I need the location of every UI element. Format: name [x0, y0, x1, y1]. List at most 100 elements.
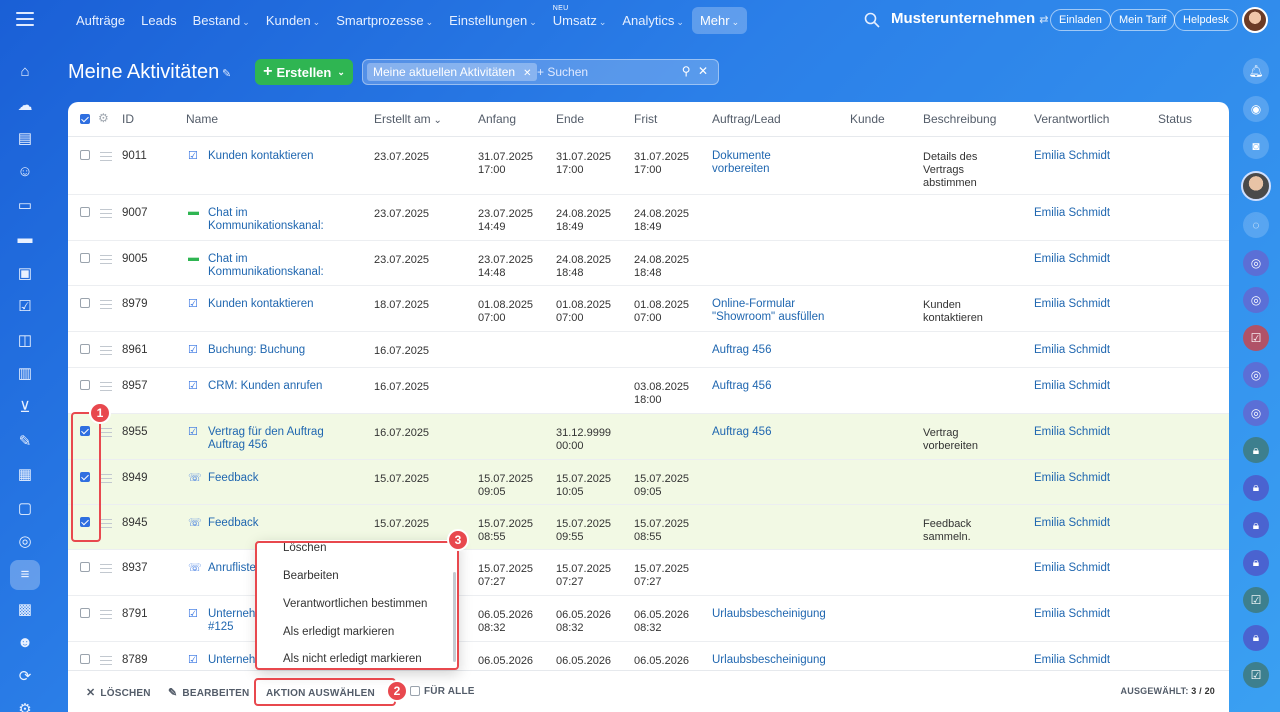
- column-header-auftrag-lead[interactable]: Auftrag/Lead: [712, 112, 781, 126]
- task-check-icon[interactable]: ☑: [1243, 662, 1269, 688]
- drag-handle-icon[interactable]: [100, 564, 112, 576]
- chat-icon[interactable]: ◫: [10, 325, 40, 355]
- row-checkbox[interactable]: [80, 380, 90, 390]
- document-icon[interactable]: ▤: [10, 123, 40, 153]
- spiral-icon[interactable]: ◎: [1243, 399, 1269, 426]
- messages-icon[interactable]: ◙: [1243, 133, 1269, 159]
- lock-icon[interactable]: 🔒︎: [1243, 437, 1269, 463]
- spiral-icon[interactable]: ◎: [1243, 362, 1269, 388]
- responsible-link[interactable]: Emilia Schmidt: [1034, 150, 1110, 163]
- deal-link[interactable]: Auftrag 456: [712, 426, 771, 439]
- deal-link[interactable]: Online-Formular "Showroom" ausfüllen: [712, 298, 824, 324]
- filter-tag[interactable]: Meine aktuellen Aktivitäten ✕: [367, 63, 538, 81]
- delete-button[interactable]: ✕ LÖSCHEN: [86, 686, 151, 699]
- settings-icon[interactable]: ⚙: [10, 694, 40, 712]
- table-row[interactable]: 9011 ☑ Kunden kontaktieren 23.07.2025 31.07.…: [68, 138, 1229, 195]
- table-row[interactable]: 8979 ☑ Kunden kontaktieren 18.07.2025 01.08.…: [68, 286, 1229, 332]
- deal-link[interactable]: Urlaubsbescheinigung: [712, 654, 826, 667]
- deal-link[interactable]: Auftrag 456: [712, 380, 771, 393]
- nav-item-smartprozesse[interactable]: Smartprozesse ⌄: [328, 7, 441, 34]
- cart-icon[interactable]: ⊻: [10, 392, 40, 422]
- table-row[interactable]: 8937 ☏ Anrufliste 15.07.2025 07:27 15.07.2025…: [68, 550, 1229, 596]
- table-row[interactable]: 9007 ▬ Chat im Kommunikationskanal: 23.07.20…: [68, 195, 1229, 241]
- spiral-icon[interactable]: ◎: [1243, 249, 1269, 276]
- task-check-icon[interactable]: ☑: [1243, 587, 1269, 613]
- row-checkbox[interactable]: [80, 150, 90, 160]
- drag-handle-icon[interactable]: [100, 610, 112, 622]
- column-settings-icon[interactable]: ⚙: [98, 111, 109, 125]
- responsible-link[interactable]: Emilia Schmidt: [1034, 517, 1110, 530]
- search-icon[interactable]: ⚲: [682, 64, 691, 78]
- calendar-icon[interactable]: ▩: [10, 594, 40, 624]
- nav-item-einstellungen[interactable]: Einstellungen ⌄: [441, 7, 545, 34]
- table-row[interactable]: 8961 ☑ Buchung: Buchung 16.07.2025 Auftrag 4…: [68, 332, 1229, 368]
- row-checkbox[interactable]: [80, 344, 90, 354]
- responsible-link[interactable]: Emilia Schmidt: [1034, 472, 1110, 485]
- table-row[interactable]: 9005 ▬ Chat im Kommunikationskanal: 23.07.20…: [68, 241, 1229, 286]
- row-checkbox[interactable]: [80, 654, 90, 664]
- column-header-id[interactable]: ID: [122, 112, 134, 126]
- nav-item-umsatz[interactable]: NEU Umsatz ⌄: [545, 5, 615, 34]
- support-icon[interactable]: ◎: [10, 526, 40, 556]
- for-all-checkbox[interactable]: [410, 686, 420, 696]
- column-header-kunde[interactable]: Kunde: [850, 112, 885, 126]
- contact-initials-icon[interactable]: ◌: [1243, 212, 1269, 238]
- drag-handle-icon[interactable]: [100, 519, 112, 531]
- activity-name-link[interactable]: Kunden kontaktieren: [208, 150, 314, 163]
- table-row[interactable]: 8957 ☑ CRM: Kunden anrufen 16.07.2025 03.08.…: [68, 368, 1229, 414]
- my-plan-button[interactable]: Mein Tarif: [1110, 9, 1176, 31]
- clear-icon[interactable]: ✕: [698, 64, 708, 78]
- activity-name-link[interactable]: Unterneh #125: [208, 608, 255, 634]
- automation-icon[interactable]: ⟳: [10, 661, 40, 691]
- drag-handle-icon[interactable]: [100, 209, 112, 221]
- activity-name-link[interactable]: Kunden kontaktieren: [208, 298, 314, 311]
- drag-handle-icon[interactable]: [100, 346, 112, 358]
- column-header-verantwortlich[interactable]: Verantwortlich: [1034, 112, 1109, 126]
- column-header-name[interactable]: Name: [186, 112, 218, 126]
- row-checkbox[interactable]: [80, 207, 90, 217]
- deal-link[interactable]: Dokumente vorbereiten: [712, 150, 771, 176]
- create-button[interactable]: + Erstellen ⌄: [255, 59, 353, 85]
- copilot-icon[interactable]: ◉: [1243, 95, 1269, 122]
- file-icon[interactable]: ▭: [10, 190, 40, 220]
- activity-name-link[interactable]: CRM: Kunden anrufen: [208, 380, 322, 393]
- spiral-icon[interactable]: ◎: [1243, 287, 1269, 313]
- activity-name-link[interactable]: Vertrag für den Auftrag Auftrag 456: [208, 426, 324, 452]
- activity-name-link[interactable]: Chat im Kommunikationskanal:: [208, 253, 324, 279]
- table-row[interactable]: 8945 ☏ Feedback 15.07.2025 15.07.2025 08:55 15…: [68, 505, 1229, 550]
- analytics-icon[interactable]: ▥: [10, 358, 40, 388]
- activity-name-link[interactable]: Feedback: [208, 472, 259, 485]
- id-card-icon[interactable]: ▢: [10, 493, 40, 523]
- table-row[interactable]: 8949 ☏ Feedback 15.07.2025 15.07.2025 09:05 15…: [68, 460, 1229, 505]
- user-avatar[interactable]: [1242, 7, 1268, 33]
- deal-link[interactable]: Auftrag 456: [712, 344, 771, 357]
- filter-icon[interactable]: ≡: [10, 559, 40, 590]
- invite-button[interactable]: Einladen: [1050, 9, 1111, 31]
- deal-link[interactable]: Urlaubsbescheinigung: [712, 608, 826, 621]
- responsible-link[interactable]: Emilia Schmidt: [1034, 426, 1110, 439]
- bell-icon[interactable]: 🔔︎: [1243, 58, 1269, 84]
- pin-icon[interactable]: ✎: [222, 67, 231, 80]
- helpdesk-button[interactable]: Helpdesk: [1174, 9, 1238, 31]
- nav-item-bestand[interactable]: Bestand ⌄: [185, 7, 258, 34]
- company-name[interactable]: Musterunternehmen ⇄: [891, 10, 1048, 27]
- nav-item-kunden[interactable]: Kunden ⌄: [258, 7, 328, 34]
- menu-icon[interactable]: [16, 12, 34, 26]
- row-checkbox[interactable]: [80, 298, 90, 308]
- responsible-link[interactable]: Emilia Schmidt: [1034, 562, 1110, 575]
- select-all-checkbox[interactable]: [80, 114, 90, 124]
- nav-item-analytics[interactable]: Analytics ⌄: [614, 7, 692, 34]
- drag-handle-icon[interactable]: [100, 300, 112, 312]
- responsible-link[interactable]: Emilia Schmidt: [1034, 253, 1110, 266]
- responsible-link[interactable]: Emilia Schmidt: [1034, 608, 1110, 621]
- drag-handle-icon[interactable]: [100, 428, 112, 440]
- activity-name-link[interactable]: Buchung: Buchung: [208, 344, 305, 357]
- nav-item-aufträge[interactable]: Aufträge: [68, 7, 133, 34]
- drag-handle-icon[interactable]: [100, 474, 112, 486]
- table-row[interactable]: 8791 ☑ Unterneh #125 06.05.2026 08:32 06.05.20…: [68, 596, 1229, 642]
- column-header-erstellt-am[interactable]: Erstellt am ⌄: [374, 112, 442, 126]
- row-checkbox[interactable]: [80, 562, 90, 572]
- drag-handle-icon[interactable]: [100, 656, 112, 668]
- row-checkbox[interactable]: [80, 608, 90, 618]
- task-check-icon[interactable]: ☑: [1243, 324, 1269, 351]
